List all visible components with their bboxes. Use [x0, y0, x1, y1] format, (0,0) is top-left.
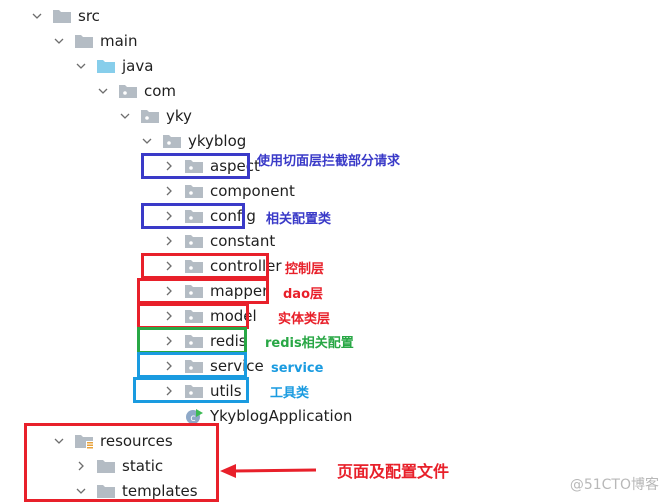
note-service: service	[271, 361, 324, 376]
highlight-box-resources	[24, 423, 219, 502]
chevron-down-icon[interactable]	[74, 59, 88, 73]
note-model: 实体类层	[278, 312, 331, 327]
chevron-down-icon[interactable]	[30, 9, 44, 23]
package-icon	[140, 108, 160, 124]
watermark: @51CTO博客	[569, 477, 659, 493]
folder-icon	[74, 33, 94, 49]
tree-node-label: com	[144, 82, 177, 100]
tree-node-yky[interactable]: yky	[118, 104, 192, 128]
tree-node-label: src	[78, 7, 100, 25]
note-redis: redis相关配置	[265, 336, 354, 351]
note-mapper: dao层	[283, 287, 324, 302]
chevron-right-icon[interactable]	[162, 184, 176, 198]
note-config: 相关配置类	[266, 212, 332, 227]
tree-node-constant[interactable]: constant	[162, 229, 275, 253]
highlight-box-controller	[141, 253, 269, 279]
tree-node-main[interactable]: main	[52, 29, 137, 53]
highlight-box-utils	[133, 377, 249, 403]
tree-node-label: main	[100, 32, 138, 50]
chevron-down-icon[interactable]	[96, 84, 110, 98]
tree-node-label: component	[210, 182, 295, 200]
package-icon	[118, 83, 138, 99]
tree-node-label: constant	[210, 232, 276, 250]
chevron-down-icon[interactable]	[52, 34, 66, 48]
tree-node-src[interactable]: src	[30, 4, 100, 28]
chevron-down-icon[interactable]	[118, 109, 132, 123]
highlight-box-mapper	[137, 278, 269, 304]
package-icon	[162, 133, 182, 149]
tree-node-label: ykyblog	[188, 132, 247, 150]
folder-icon	[52, 8, 72, 24]
tree-node-label: YkyblogApplication	[210, 407, 353, 425]
tree-node-label: yky	[166, 107, 192, 125]
source-folder-icon	[96, 58, 116, 74]
package-icon	[184, 233, 204, 249]
note-resources: 页面及配置文件	[337, 462, 450, 481]
tree-node-label: java	[122, 57, 154, 75]
highlight-box-config	[141, 203, 245, 229]
chevron-down-icon[interactable]	[140, 134, 154, 148]
tree-node-com[interactable]: com	[96, 79, 176, 103]
highlight-box-redis	[137, 327, 247, 354]
tree-node-ykyblog[interactable]: ykyblog	[140, 129, 246, 153]
package-icon	[184, 183, 204, 199]
highlight-box-aspect	[141, 153, 250, 179]
note-aspect: 使用切面层拦截部分请求	[257, 154, 401, 169]
arrow-icon	[220, 464, 317, 478]
highlight-box-model	[137, 303, 249, 329]
tree-node-java[interactable]: java	[74, 54, 153, 78]
tree-node-component[interactable]: component	[162, 179, 295, 203]
highlight-box-service	[137, 352, 247, 378]
note-utils: 工具类	[270, 386, 310, 401]
chevron-right-icon[interactable]	[162, 234, 176, 248]
note-controller: 控制层	[285, 262, 325, 277]
spring-boot-class-icon: c	[184, 408, 204, 424]
